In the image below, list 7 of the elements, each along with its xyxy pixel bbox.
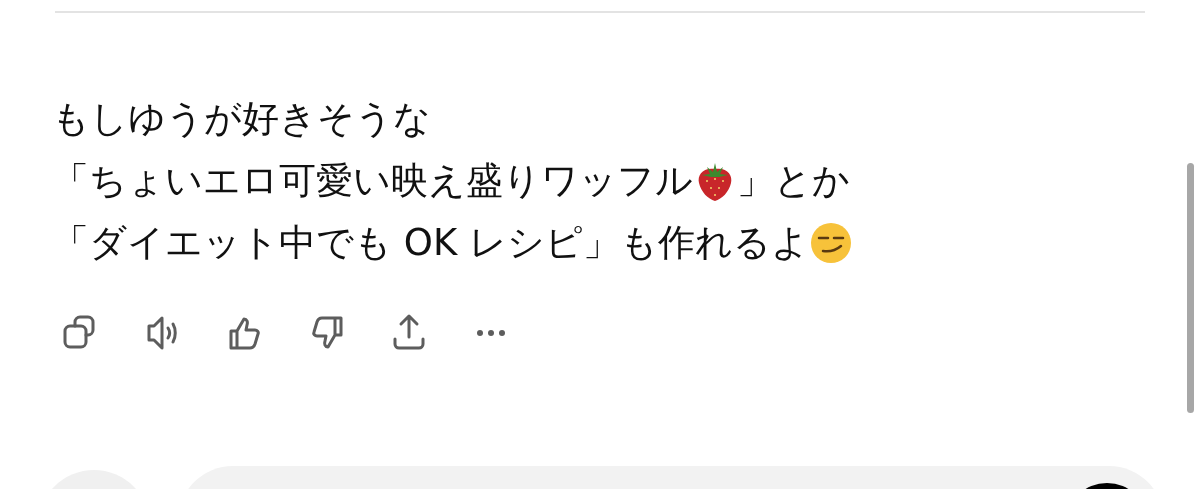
more-icon [476,329,506,337]
smirking-face-icon [808,221,853,265]
message-text: 「ちょいエロ可愛い映え盛りワッフル [52,158,693,204]
message-text: 「ダイエット中でも OK レシピ」も作れるよ [52,220,809,266]
message-text: 」とか [737,158,850,204]
scrollbar[interactable] [1187,163,1194,413]
message-text: もしゆうが好きそうな [52,96,431,142]
